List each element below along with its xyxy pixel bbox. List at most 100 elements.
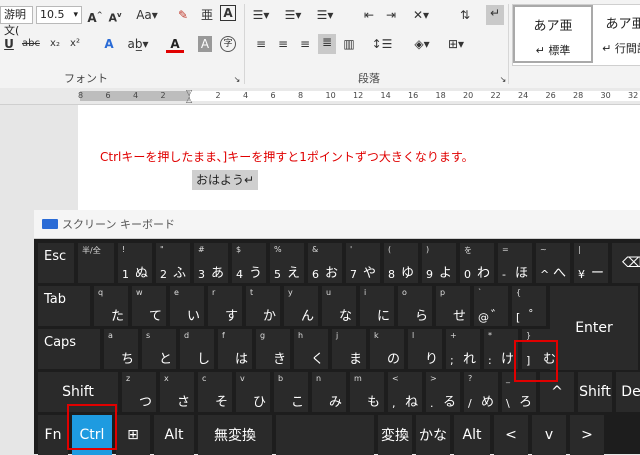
shrink-font-icon[interactable]: Av xyxy=(106,7,124,27)
key-char[interactable]: ~ ^ へ xyxy=(536,243,570,283)
key-char[interactable]: uな xyxy=(322,286,356,326)
sort-icon[interactable]: ⇅ xyxy=(456,7,474,23)
borders-icon[interactable]: ⊞▾ xyxy=(444,36,468,52)
key-char[interactable]: ? / め xyxy=(464,372,498,412)
key-char[interactable]: nみ xyxy=(312,372,346,412)
key-char[interactable]: rす xyxy=(208,286,242,326)
key-char[interactable]: *: け xyxy=(484,329,518,369)
subscript-icon[interactable]: x₂ xyxy=(46,36,64,52)
key-char[interactable]: を 0わ xyxy=(460,243,494,283)
key-char[interactable]: qた xyxy=(94,286,128,326)
key-char[interactable]: cそ xyxy=(198,372,232,412)
increase-indent-icon[interactable]: ⇥ xyxy=(382,7,400,23)
line-spacing-icon[interactable]: ↕☰ xyxy=(370,36,394,52)
key-char[interactable]: zつ xyxy=(122,372,156,412)
key-fn[interactable]: Fn xyxy=(38,415,68,455)
key-char[interactable]: bこ xyxy=(274,372,308,412)
bullets-icon[interactable]: ☰▾ xyxy=(252,7,270,23)
key-char[interactable]: {[゜ xyxy=(512,286,546,326)
key-char[interactable]: <, ね xyxy=(388,372,422,412)
key-char[interactable]: oら xyxy=(398,286,432,326)
font-color-icon[interactable]: A xyxy=(166,36,184,53)
key-shift-right[interactable]: Shift xyxy=(578,372,612,412)
osk-title-bar[interactable]: スクリーン キーボード xyxy=(34,210,640,239)
key-char[interactable]: hく xyxy=(294,329,328,369)
key-windows[interactable]: ⊞ xyxy=(116,415,150,455)
style-normal[interactable]: あア亜 ↵ 標準 xyxy=(513,5,593,63)
key-char[interactable]: ) 9 よ xyxy=(422,243,456,283)
char-border-icon[interactable]: A xyxy=(220,5,236,21)
key-char[interactable]: xさ xyxy=(160,372,194,412)
key-char[interactable]: yん xyxy=(284,286,318,326)
key-char[interactable]: vひ xyxy=(236,372,270,412)
key-char[interactable]: aち xyxy=(104,329,138,369)
key-char[interactable]: dし xyxy=(180,329,214,369)
key-char[interactable]: | ¥ ー xyxy=(574,243,608,283)
key-kana[interactable]: かな xyxy=(416,415,450,455)
key-alt-left[interactable]: Alt xyxy=(154,415,194,455)
superscript-icon[interactable]: x² xyxy=(66,36,84,52)
key-caps[interactable]: Caps xyxy=(38,329,100,369)
key-henkan[interactable]: 変換 xyxy=(378,415,412,455)
shading-icon[interactable]: ◈▾ xyxy=(410,36,434,52)
key-char[interactable]: fは xyxy=(218,329,252,369)
key-char[interactable]: ` @ ゛ xyxy=(474,286,508,326)
key-char[interactable]: (8 ゆ xyxy=(384,243,418,283)
numbering-icon[interactable]: ☰▾ xyxy=(284,7,302,23)
key-alt-right[interactable]: Alt xyxy=(454,415,490,455)
phonetic-guide-icon[interactable]: 亜 xyxy=(198,7,216,23)
align-right-icon[interactable]: ≡ xyxy=(296,36,314,52)
enclose-char-icon[interactable]: 字 xyxy=(220,36,236,52)
char-shading-icon[interactable]: A xyxy=(198,36,212,52)
key-arrow-down[interactable]: v xyxy=(532,415,566,455)
key-char[interactable]: wて xyxy=(132,286,166,326)
key-enter[interactable]: Enter xyxy=(550,286,638,370)
key-char[interactable]: ! 1 ぬ xyxy=(118,243,152,283)
key-char[interactable]: = - ほ xyxy=(498,243,532,283)
decrease-indent-icon[interactable]: ⇤ xyxy=(360,7,378,23)
key-char[interactable]: gき xyxy=(256,329,290,369)
key-zenkaku[interactable]: 半/全 xyxy=(78,243,114,283)
key-esc[interactable]: Esc xyxy=(38,243,74,283)
asian-layout-icon[interactable]: ✕▾ xyxy=(412,7,430,23)
key-char[interactable]: $4 う xyxy=(232,243,266,283)
grow-font-icon[interactable]: A^ xyxy=(86,7,104,26)
key-char[interactable]: jま xyxy=(332,329,366,369)
key-char[interactable]: #3 あ xyxy=(194,243,228,283)
key-char[interactable]: ' 7 や xyxy=(346,243,380,283)
horizontal-ruler[interactable]: 8 6 4 2 2 4 6 8 10 12 14 16 18 20 22 24 26 28 30 32 ▽ △ xyxy=(0,88,640,105)
selected-text[interactable]: おはよう↵ xyxy=(192,170,259,190)
key-char[interactable]: lり xyxy=(408,329,442,369)
key-char[interactable]: +; れ xyxy=(446,329,480,369)
key-char[interactable]: pせ xyxy=(436,286,470,326)
key-char[interactable]: mも xyxy=(350,372,384,412)
clear-format-icon[interactable]: ✎ xyxy=(174,7,192,23)
key-char[interactable]: " 2 ふ xyxy=(156,243,190,283)
key-arrow-right[interactable]: > xyxy=(570,415,604,455)
key-char[interactable]: kの xyxy=(370,329,404,369)
text-effects-icon[interactable]: A xyxy=(100,36,118,52)
style-no-spacing[interactable]: あア亜 ↵ 行間詰 xyxy=(595,5,640,63)
strikethrough-icon[interactable]: abc xyxy=(18,36,44,52)
key-char[interactable]: & 6 お xyxy=(308,243,342,283)
justify-icon[interactable]: ≣ xyxy=(318,34,336,54)
key-char[interactable]: tか xyxy=(246,286,280,326)
key-char[interactable]: iに xyxy=(360,286,394,326)
key-space[interactable] xyxy=(276,415,374,455)
indent-marker-icon[interactable]: △ xyxy=(186,95,192,104)
key-char[interactable]: >. る xyxy=(426,372,460,412)
key-char[interactable]: sと xyxy=(142,329,176,369)
key-char[interactable]: eい xyxy=(170,286,204,326)
font-name-select[interactable]: 游明文( xyxy=(0,6,33,37)
change-case-icon[interactable]: Aa▾ xyxy=(134,7,160,23)
key-muhenkan[interactable]: 無変換 xyxy=(198,415,272,455)
key-tab[interactable]: Tab xyxy=(38,286,90,326)
key-arrow-left[interactable]: < xyxy=(494,415,528,455)
key-delete[interactable]: De xyxy=(616,372,640,412)
key-char[interactable]: % 5 え xyxy=(270,243,304,283)
key-backspace[interactable]: ⌫ xyxy=(612,243,640,283)
align-center-icon[interactable]: ≡ xyxy=(274,36,292,52)
highlight-color-icon[interactable]: ab̲▾ xyxy=(126,36,150,52)
underline-icon[interactable]: U xyxy=(0,36,18,52)
multilevel-list-icon[interactable]: ☰▾ xyxy=(316,7,334,23)
